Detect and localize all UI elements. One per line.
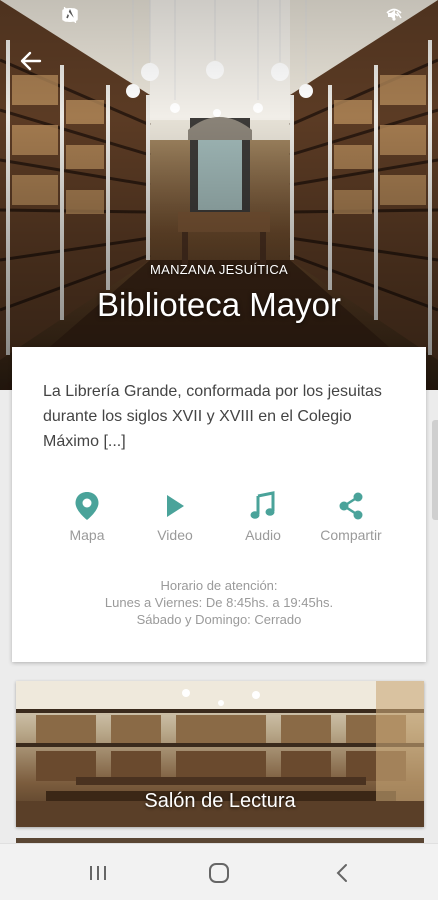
hours-heading: Horario de atención: xyxy=(160,578,278,593)
hours-weekdays: Lunes a Viernes: De 8:45hs. a 19:45hs. xyxy=(104,595,334,610)
scrollbar[interactable] xyxy=(432,420,438,520)
wifi-icon xyxy=(386,8,402,21)
n-badge-icon xyxy=(63,7,77,23)
back-button[interactable] xyxy=(20,50,52,82)
chevron-left-icon xyxy=(336,864,347,882)
recent-apps-icon xyxy=(90,866,106,880)
back-nav-button[interactable] xyxy=(322,860,362,886)
system-nav-bar xyxy=(0,843,438,900)
map-button[interactable]: Mapa xyxy=(42,490,132,543)
room-title: Salón de Lectura xyxy=(144,790,296,812)
share-icon xyxy=(339,492,363,520)
opening-hours: Horario de atención: Lunes a Viernes: De… xyxy=(12,577,426,628)
video-label: Video xyxy=(157,527,193,543)
arrow-left-icon xyxy=(20,51,42,71)
hours-weekend: Sábado y Domingo: Cerrado xyxy=(136,612,302,627)
home-button[interactable] xyxy=(199,860,239,886)
share-label: Compartir xyxy=(320,527,382,543)
video-button[interactable]: Video xyxy=(130,490,220,543)
audio-button[interactable]: Audio xyxy=(218,490,308,543)
music-note-icon xyxy=(250,491,275,519)
status-bar xyxy=(0,0,438,30)
home-icon xyxy=(209,863,229,883)
map-label: Mapa xyxy=(69,527,105,543)
share-button[interactable]: Compartir xyxy=(306,490,396,543)
map-pin-icon xyxy=(75,492,99,520)
info-card: La Librería Grande, conformada por los j… xyxy=(12,347,426,662)
audio-label: Audio xyxy=(245,527,281,543)
hero-image: MANZANA JESUÍTICA Biblioteca Mayor xyxy=(0,0,438,390)
action-bar: Mapa Video Audio Compartir xyxy=(12,490,426,550)
recent-apps-button[interactable] xyxy=(78,860,118,886)
play-icon xyxy=(167,495,184,517)
room-card-salon-de-lectura[interactable]: Salón de Lectura xyxy=(16,681,424,827)
page-title: Biblioteca Mayor xyxy=(97,286,341,323)
description-text: La Librería Grande, conformada por los j… xyxy=(43,383,382,450)
app-screen: MANZANA JESUÍTICA Biblioteca Mayor La Li… xyxy=(0,0,438,900)
hero-subtitle: MANZANA JESUÍTICA xyxy=(149,262,288,277)
